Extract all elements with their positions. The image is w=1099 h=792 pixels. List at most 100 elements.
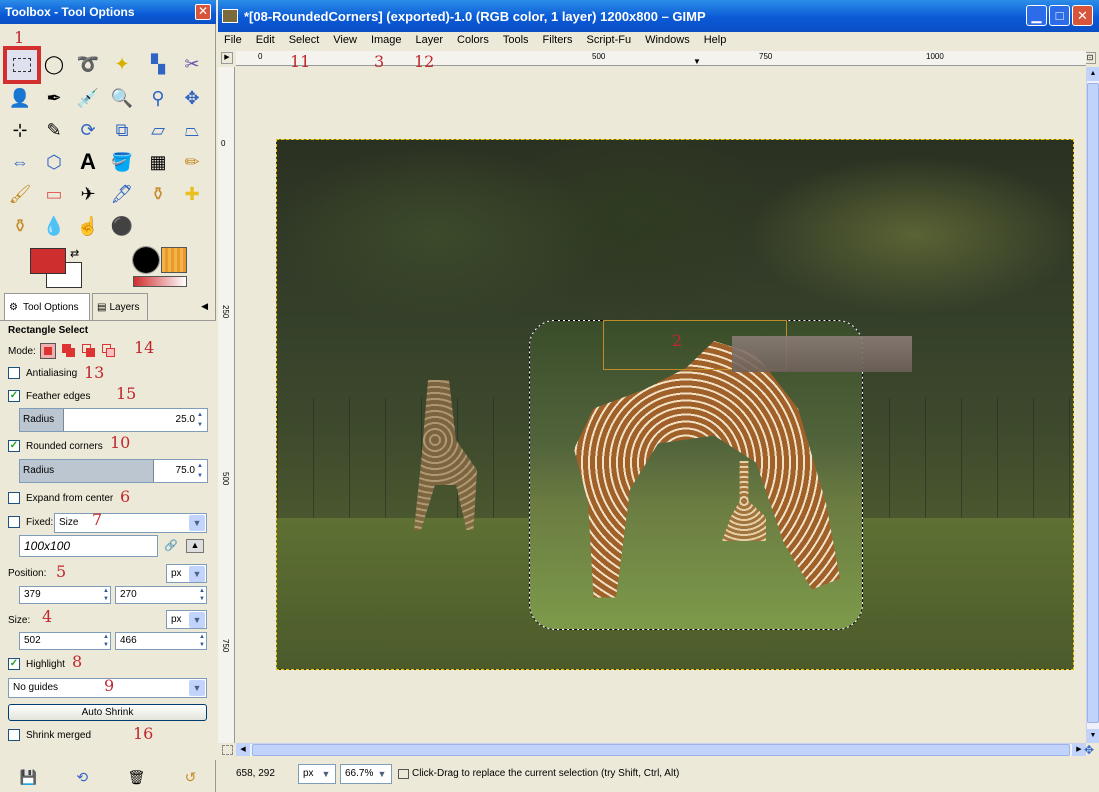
gradient-preview[interactable] <box>133 276 187 287</box>
menu-windows[interactable]: Windows <box>645 32 690 50</box>
scissors-tool[interactable]: ✂ <box>178 50 206 78</box>
text-tool[interactable]: A <box>74 148 102 176</box>
foreground-select-tool[interactable]: 👤 <box>6 84 34 112</box>
crop-tool[interactable]: ✎ <box>40 116 68 144</box>
ink-tool[interactable]: 🖋 <box>108 180 136 208</box>
color-picker-tool[interactable]: 💉 <box>74 84 102 112</box>
align-tool[interactable]: ⊹ <box>6 116 34 144</box>
unit-combo[interactable]: px ▼ <box>298 764 336 784</box>
size-height-field[interactable]: 466 ▲ ▼ <box>115 632 207 650</box>
swap-colors-icon[interactable]: ⇄ <box>70 247 79 260</box>
menu-layer[interactable]: Layer <box>416 32 444 50</box>
clone-tool[interactable]: ⚱ <box>144 180 172 208</box>
dodge-burn-tool[interactable]: ⚫ <box>108 212 136 240</box>
auto-shrink-button[interactable]: Auto Shrink <box>8 704 207 721</box>
rounded-corners-checkbox[interactable]: ✓ <box>8 440 20 452</box>
paths-tool[interactable]: ✒ <box>40 84 68 112</box>
rounded-corners-row[interactable]: ✓ Rounded corners <box>8 440 103 452</box>
menu-filters[interactable]: Filters <box>543 32 573 50</box>
feather-radius-slider[interactable]: Radius 25.0 ▲ ▼ <box>19 408 208 432</box>
position-unit-combo[interactable]: px ▼ <box>166 564 207 583</box>
mode-subtract-button[interactable] <box>81 344 96 358</box>
canvas-area[interactable] <box>236 67 1086 743</box>
scroll-down-icon[interactable]: ▼ <box>1087 729 1099 743</box>
shrink-merged-checkbox[interactable] <box>8 729 20 741</box>
shear-tool[interactable]: ▱ <box>144 116 172 144</box>
tab-layers[interactable]: ▤ Layers <box>92 293 148 320</box>
minimize-button[interactable]: ▁ <box>1026 5 1047 26</box>
vertical-scrollbar[interactable]: ▲ ▼ <box>1086 67 1099 743</box>
position-x-field[interactable]: 379 ▲ ▼ <box>19 586 111 604</box>
image-canvas[interactable] <box>276 139 1074 670</box>
spin-arrows-icon[interactable]: ▲ ▼ <box>197 410 206 430</box>
size-width-field[interactable]: 502 ▲ ▼ <box>19 632 111 650</box>
perspective-tool[interactable]: ⏢ <box>178 116 206 144</box>
spin-arrows-icon[interactable]: ▲ ▼ <box>103 633 109 649</box>
mode-add-button[interactable] <box>61 344 76 358</box>
close-icon[interactable]: ✕ <box>195 4 211 20</box>
move-tool[interactable]: ✥ <box>178 84 206 112</box>
landscape-icon[interactable]: ▲ <box>186 539 204 553</box>
free-select-tool[interactable]: ➰ <box>74 50 102 78</box>
cage-transform-tool[interactable]: ⬡ <box>40 148 68 176</box>
horizontal-scrollbar[interactable]: ◀ ▶ <box>236 743 1086 756</box>
perspective-clone-tool[interactable]: ⚱ <box>6 212 34 240</box>
quick-mask-icon[interactable] <box>222 745 233 755</box>
zoom-tool[interactable]: 🔍 <box>108 84 136 112</box>
rectangle-select-tool[interactable] <box>3 46 41 84</box>
fuzzy-select-tool[interactable]: ✦ <box>108 50 136 78</box>
select-by-color-tool[interactable]: ▚ <box>144 50 172 78</box>
smudge-tool[interactable]: ☝ <box>74 212 102 240</box>
navigate-icon[interactable]: ✥ <box>1084 743 1094 757</box>
menu-edit[interactable]: Edit <box>256 32 275 50</box>
fixed-mode-combo[interactable]: Size ▼ <box>54 513 207 533</box>
rotate-tool[interactable]: ⟳ <box>74 116 102 144</box>
restore-options-icon[interactable]: ⟲ <box>76 769 88 786</box>
shrink-merged-row[interactable]: Shrink merged <box>8 729 91 741</box>
tab-menu-icon[interactable]: ◀ <box>201 301 208 312</box>
foreground-color-swatch[interactable] <box>30 248 66 274</box>
close-button[interactable]: ✕ <box>1072 5 1093 26</box>
measure-tool[interactable]: ⚲ <box>144 84 172 112</box>
ellipse-select-tool[interactable]: ◯ <box>40 50 68 78</box>
mode-intersect-button[interactable] <box>101 344 116 358</box>
zoom-combo[interactable]: 66.7% ▼ <box>340 764 392 784</box>
spin-arrows-icon[interactable]: ▲ ▼ <box>103 587 109 603</box>
bucket-fill-tool[interactable]: 🪣 <box>108 148 136 176</box>
chain-icon[interactable]: 🔗 <box>164 539 178 552</box>
spin-arrows-icon[interactable]: ▲ ▼ <box>199 587 205 603</box>
paintbrush-tool[interactable]: 🖌 <box>6 180 34 208</box>
menu-script-fu[interactable]: Script-Fu <box>586 32 631 50</box>
reset-options-icon[interactable]: ↺ <box>185 769 197 786</box>
highlight-row[interactable]: ✓ Highlight <box>8 658 65 670</box>
feather-edges-checkbox[interactable]: ✓ <box>8 390 20 402</box>
menu-arrow-icon[interactable]: ▶ <box>221 52 233 64</box>
maximize-button[interactable]: □ <box>1049 5 1070 26</box>
menu-help[interactable]: Help <box>704 32 727 50</box>
spin-arrows-icon[interactable]: ▲ ▼ <box>199 633 205 649</box>
highlight-checkbox[interactable]: ✓ <box>8 658 20 670</box>
fixed-checkbox[interactable] <box>8 516 20 528</box>
airbrush-tool[interactable]: ✈ <box>74 180 102 208</box>
save-options-icon[interactable]: 💾 <box>20 769 37 786</box>
antialiasing-row[interactable]: Antialiasing <box>8 367 77 379</box>
blur-tool[interactable]: 💧 <box>40 212 68 240</box>
eraser-tool[interactable]: ▭ <box>40 180 68 208</box>
feather-edges-row[interactable]: ✓ Feather edges <box>8 390 91 402</box>
pattern-preview[interactable] <box>161 247 187 273</box>
delete-options-icon[interactable]: 🗑 <box>127 769 145 786</box>
brush-preview[interactable] <box>132 246 160 274</box>
blend-tool[interactable]: ▦ <box>144 148 172 176</box>
menu-image[interactable]: Image <box>371 32 402 50</box>
vertical-scroll-thumb[interactable] <box>1087 83 1099 723</box>
mode-replace-button[interactable] <box>39 343 56 359</box>
flip-tool[interactable]: ⇔ <box>6 148 34 176</box>
expand-from-center-checkbox[interactable] <box>8 492 20 504</box>
heal-tool[interactable]: ✚ <box>178 180 206 208</box>
menu-view[interactable]: View <box>333 32 357 50</box>
menu-colors[interactable]: Colors <box>457 32 489 50</box>
fixed-value-entry[interactable]: 100x100 <box>19 535 158 557</box>
scroll-up-icon[interactable]: ▲ <box>1087 67 1099 81</box>
menu-file[interactable]: File <box>224 32 242 50</box>
size-unit-combo[interactable]: px ▼ <box>166 610 207 629</box>
